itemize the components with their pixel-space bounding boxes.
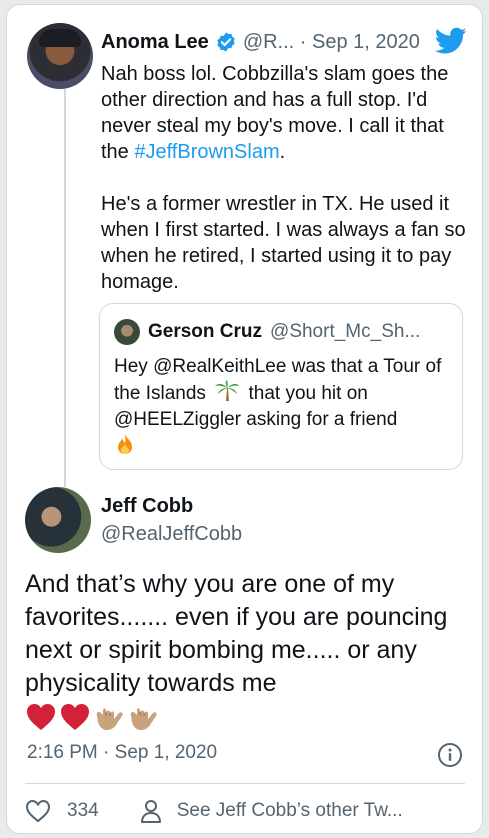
info-icon[interactable]: [437, 742, 463, 768]
main-tweet-text: And that’s why you are one of my favorit…: [25, 570, 448, 697]
reply-text-part: .: [279, 141, 286, 163]
person-icon[interactable]: [139, 798, 163, 824]
tweet-timestamp[interactable]: 2:16 PM · Sep 1, 2020: [27, 742, 217, 764]
like-heart-icon[interactable]: [25, 799, 51, 823]
twitter-bird-icon[interactable]: [435, 27, 467, 55]
avatar-jeff-cobb[interactable]: [25, 487, 91, 553]
main-author-handle[interactable]: @RealJeffCobb: [101, 523, 242, 546]
fire-emoji-icon: [118, 434, 132, 454]
palm-tree-emoji-icon: [215, 380, 240, 401]
avatar-anoma-lee[interactable]: [27, 23, 93, 89]
main-tweet-emojis: [25, 701, 159, 733]
avatar-gerson-cruz: [114, 319, 140, 345]
red-heart-icon: [27, 704, 55, 730]
call-me-hand-icon: [130, 708, 157, 730]
tweet-actions: 334 See Jeff Cobb’s other Tw...: [25, 795, 465, 827]
quoted-author-handle: @Short_Mc_Sh...: [270, 321, 421, 342]
hashtag-link[interactable]: #JeffBrownSlam: [134, 141, 279, 163]
reply-tweet-text: Nah boss lol. Cobbzilla's slam goes the …: [101, 61, 469, 321]
tweet-embed-card: Anoma Lee @R... · Sep 1, 2020 Nah boss l…: [6, 4, 483, 834]
quoted-tweet-text: Hey @RealKeithLee was that a Tour of the…: [114, 354, 454, 459]
main-author-name[interactable]: Jeff Cobb: [101, 495, 193, 518]
call-me-hand-icon: [96, 708, 123, 730]
reply-author-name[interactable]: Anoma Lee: [101, 31, 209, 54]
thread-connector-line: [64, 89, 66, 487]
red-heart-icon: [61, 704, 89, 730]
action-divider: [25, 783, 465, 784]
reply-tweet-header: Anoma Lee @R... · Sep 1, 2020: [101, 27, 471, 57]
quoted-tweet-header: Gerson Cruz @Short_Mc_Sh...: [148, 318, 458, 346]
quoted-tweet[interactable]: Gerson Cruz @Short_Mc_Sh... Hey @RealKei…: [99, 303, 463, 470]
quoted-author-name: Gerson Cruz: [148, 321, 263, 342]
like-count[interactable]: 334: [67, 800, 99, 822]
reply-text-paragraph-2: He's a former wrestler in TX. He used it…: [101, 193, 466, 293]
reply-author-handle-date[interactable]: @R... · Sep 1, 2020: [243, 31, 420, 54]
see-other-tweets-link[interactable]: See Jeff Cobb’s other Tw...: [177, 800, 403, 822]
verified-badge-icon: [217, 32, 235, 52]
